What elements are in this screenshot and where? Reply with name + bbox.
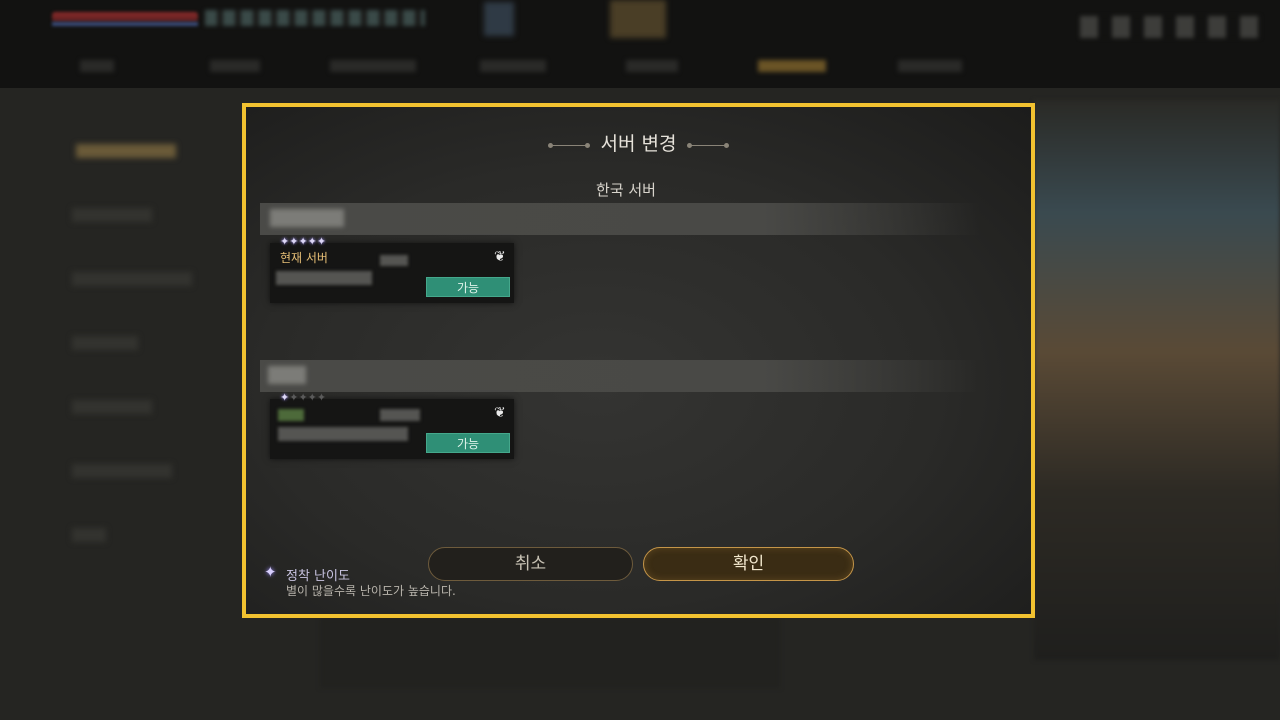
star-icon: ✦	[316, 391, 327, 404]
tab-1	[80, 60, 114, 72]
difficulty-stars: ✦✦✦✦✦	[280, 391, 326, 404]
server-change-dialog: 서버 변경 한국 서버 ✦✦✦✦✦ 현재 서버 ❦ 가능 ✦✦✦✦✦ ❦ 가능 …	[242, 103, 1035, 618]
character-icon	[610, 0, 666, 38]
preview-image-blurred	[1034, 100, 1280, 660]
star-icon: ✦	[264, 563, 277, 581]
star-icon: ✦	[298, 391, 308, 404]
legend-description: 별이 많을수록 난이도가 높습니다.	[286, 584, 456, 598]
top-menu-icons	[1080, 16, 1260, 38]
server-name-pixelated	[276, 271, 372, 285]
ornament-left	[547, 142, 590, 148]
sidebar-blurred	[0, 88, 242, 608]
dialog-title: 서버 변경	[246, 129, 1031, 156]
server-card[interactable]: ✦✦✦✦✦ 현재 서버 ❦ 가능	[270, 235, 514, 303]
tab-7	[898, 60, 962, 72]
region-heading: 한국 서버	[596, 181, 656, 199]
sidebar-item	[72, 336, 138, 350]
star-icon: ✦	[280, 391, 290, 404]
cancel-button[interactable]: 취소	[428, 547, 633, 581]
sidebar-item	[72, 464, 172, 478]
server-card[interactable]: ✦✦✦✦✦ ❦ 가능	[270, 391, 514, 459]
server-info-pixelated	[380, 255, 408, 266]
tab-2	[210, 60, 260, 72]
dialog-title-text: 서버 변경	[600, 133, 677, 155]
star-icon: ✦	[316, 235, 327, 248]
star-icon: ✦	[298, 235, 308, 248]
confirm-button[interactable]: 확인	[643, 547, 854, 581]
sidebar-item	[72, 208, 152, 222]
sidebar-item	[72, 272, 192, 286]
bottom-content-blurred	[320, 618, 780, 688]
sidebar-item	[76, 144, 176, 158]
tab-4	[480, 60, 546, 72]
server-group-header	[260, 360, 980, 392]
tab-5	[626, 60, 678, 72]
top-bar-blurred	[0, 0, 1280, 88]
server-info-pixelated	[380, 409, 420, 421]
server-tag-pixelated	[278, 409, 304, 421]
group-name-pixelated	[270, 209, 344, 227]
dragon-icon: ❦	[494, 249, 506, 265]
star-icon: ✦	[280, 235, 290, 248]
sidebar-item	[72, 400, 152, 414]
available-badge: 가능	[426, 433, 510, 453]
top-tabs	[60, 54, 980, 80]
sidebar-item	[72, 528, 106, 542]
server-group-header	[260, 203, 980, 235]
current-server-label: 현재 서버	[280, 251, 328, 265]
status-icons	[205, 10, 425, 26]
server-name-pixelated	[278, 427, 408, 441]
available-badge: 가능	[426, 277, 510, 297]
dragon-icon: ❦	[494, 405, 506, 421]
star-icon: ✦	[307, 391, 317, 404]
star-icon: ✦	[307, 235, 317, 248]
group-name-pixelated	[268, 366, 306, 384]
mp-bar	[52, 22, 198, 26]
ornament-right	[687, 142, 730, 148]
tab-6	[758, 60, 826, 72]
difficulty-stars: ✦✦✦✦✦	[280, 235, 326, 248]
hp-bar	[52, 12, 198, 22]
currency-icon	[484, 2, 514, 36]
tab-3	[330, 60, 416, 72]
